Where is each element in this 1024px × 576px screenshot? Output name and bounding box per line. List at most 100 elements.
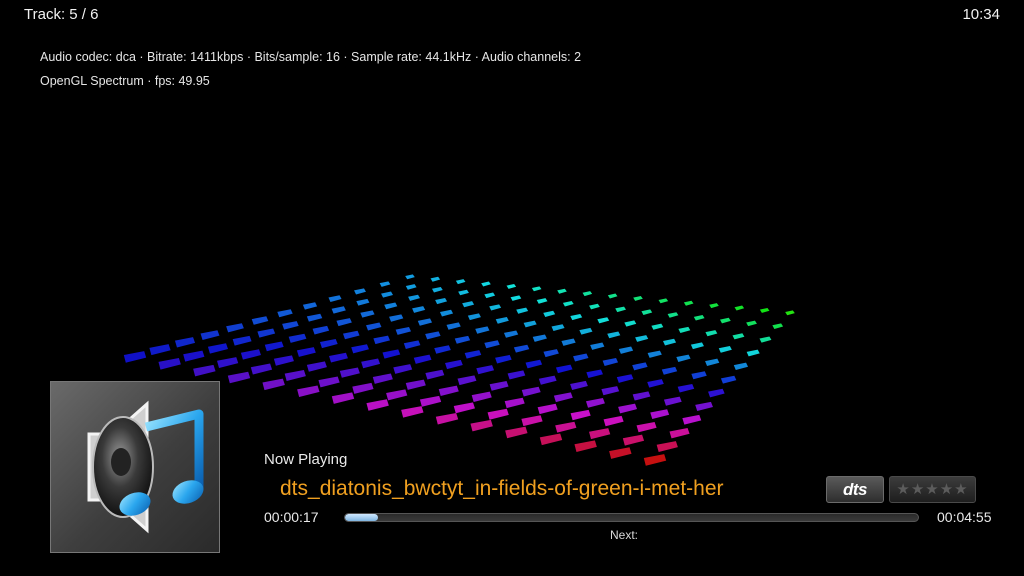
progress-bar[interactable]: [344, 513, 919, 522]
spectrum-cell: [382, 349, 401, 359]
spectrum-cell: [647, 379, 664, 388]
spectrum-cell: [419, 395, 442, 407]
spectrum-cell: [732, 333, 745, 340]
spectrum-cell: [438, 385, 459, 396]
spectrum-cell: [174, 337, 196, 348]
spectrum-cell: [431, 286, 443, 293]
spectrum-cell: [282, 321, 299, 330]
spectrum-cell: [417, 318, 433, 326]
spectrum-cell: [384, 302, 398, 310]
spectrum-cell: [454, 335, 471, 344]
spectrum-cell: [277, 309, 293, 318]
spectrum-cell: [553, 392, 573, 403]
total-time: 00:04:55: [937, 509, 992, 525]
spectrum-cell: [489, 381, 509, 391]
spectrum-cell: [306, 361, 327, 372]
spectrum-cell: [691, 371, 707, 380]
spectrum-cell: [339, 367, 360, 378]
spectrum-cell: [425, 369, 445, 380]
spectrum-cell: [607, 331, 621, 339]
spectrum-cell: [250, 363, 273, 375]
spectrum-cell: [759, 336, 772, 343]
spectrum-cell: [746, 320, 757, 327]
spectrum-cell: [733, 362, 749, 370]
spectrum-cell: [555, 364, 573, 374]
audio-codec-info: Audio codec: dca · Bitrate: 1411kbps · B…: [40, 50, 582, 64]
spectrum-cell: [636, 421, 657, 433]
spectrum-cell: [573, 353, 589, 362]
spectrum-cell: [401, 406, 424, 418]
spectrum-cell: [746, 349, 760, 357]
spectrum-cell: [720, 375, 737, 384]
spectrum-cell: [734, 305, 745, 311]
rating-stars: ★★★★★: [889, 476, 976, 503]
spectrum-cell: [464, 350, 482, 359]
spectrum-cell: [430, 276, 441, 282]
spectrum-cell: [435, 297, 448, 305]
spectrum-cell: [663, 396, 682, 406]
spectrum-cell: [521, 386, 541, 397]
spectrum-cell: [661, 366, 678, 375]
spectrum-cell: [516, 307, 529, 314]
spectrum-cell: [386, 389, 408, 401]
spectrum-cell: [403, 340, 421, 349]
spectrum-cell: [708, 388, 725, 398]
spectrum-cell: [615, 306, 627, 313]
codec-badge-dts: dts: [826, 476, 884, 503]
spectrum-cell: [453, 402, 475, 414]
spectrum-cell: [663, 338, 677, 346]
spectrum-cell: [618, 403, 638, 414]
spectrum-cell: [445, 359, 463, 370]
spectrum-cell: [408, 294, 421, 301]
spectrum-cell: [372, 373, 393, 384]
spectrum-cell: [336, 318, 352, 327]
track-title: dts_diatonis_bwctyt_in-fields-of-green-i…: [280, 477, 724, 500]
spectrum-cell: [590, 342, 605, 350]
spectrum-cell: [389, 314, 404, 322]
spectrum-cell: [543, 310, 556, 317]
spectrum-cell: [361, 358, 381, 369]
spectrum-cell: [366, 322, 382, 331]
spectrum-cell: [656, 441, 678, 453]
spectrum-cell: [589, 303, 600, 310]
spectrum-cell: [503, 330, 519, 338]
spectrum-cell: [467, 313, 481, 321]
spectrum-cell: [412, 306, 426, 313]
spectrum-cell: [643, 454, 667, 466]
now-playing-label: Now Playing: [264, 451, 348, 468]
spectrum-cell: [538, 375, 557, 385]
spectrum-cell: [537, 403, 558, 415]
spectrum-cell: [312, 325, 330, 335]
spectrum-cell: [232, 335, 252, 346]
spectrum-cell: [607, 293, 618, 299]
spectrum-cell: [149, 344, 171, 356]
spectrum-cell: [495, 317, 509, 324]
spectrum-cell: [532, 334, 547, 342]
elapsed-time: 00:00:17: [264, 509, 319, 525]
spectrum-cell: [264, 341, 284, 352]
spectrum-cell: [510, 295, 522, 301]
spectrum-cell: [405, 379, 426, 390]
spectrum-cell: [393, 364, 413, 374]
spectrum-cell: [677, 383, 695, 393]
spectrum-cell: [251, 316, 269, 325]
spectrum-cell: [319, 338, 338, 349]
spectrum-cell: [616, 374, 634, 383]
spectrum-cell: [579, 327, 593, 335]
spectrum-cell: [413, 354, 432, 364]
spectrum-cell: [582, 291, 593, 297]
spectrum-cell: [356, 298, 370, 306]
spectrum-cell: [351, 344, 369, 354]
spectrum-cell: [288, 333, 307, 343]
spectrum-cell: [366, 399, 389, 411]
spectrum-cell: [183, 350, 205, 362]
spectrum-cell: [690, 342, 704, 350]
spectrum-cell: [551, 324, 565, 331]
spectrum-cell: [676, 354, 691, 362]
spectrum-cell: [647, 350, 662, 358]
spectrum-cell: [683, 300, 694, 306]
spectrum-cell: [273, 355, 294, 366]
spectrum-cell: [658, 298, 669, 304]
spectrum-cell: [455, 279, 466, 285]
spectrum-cell: [561, 338, 576, 346]
